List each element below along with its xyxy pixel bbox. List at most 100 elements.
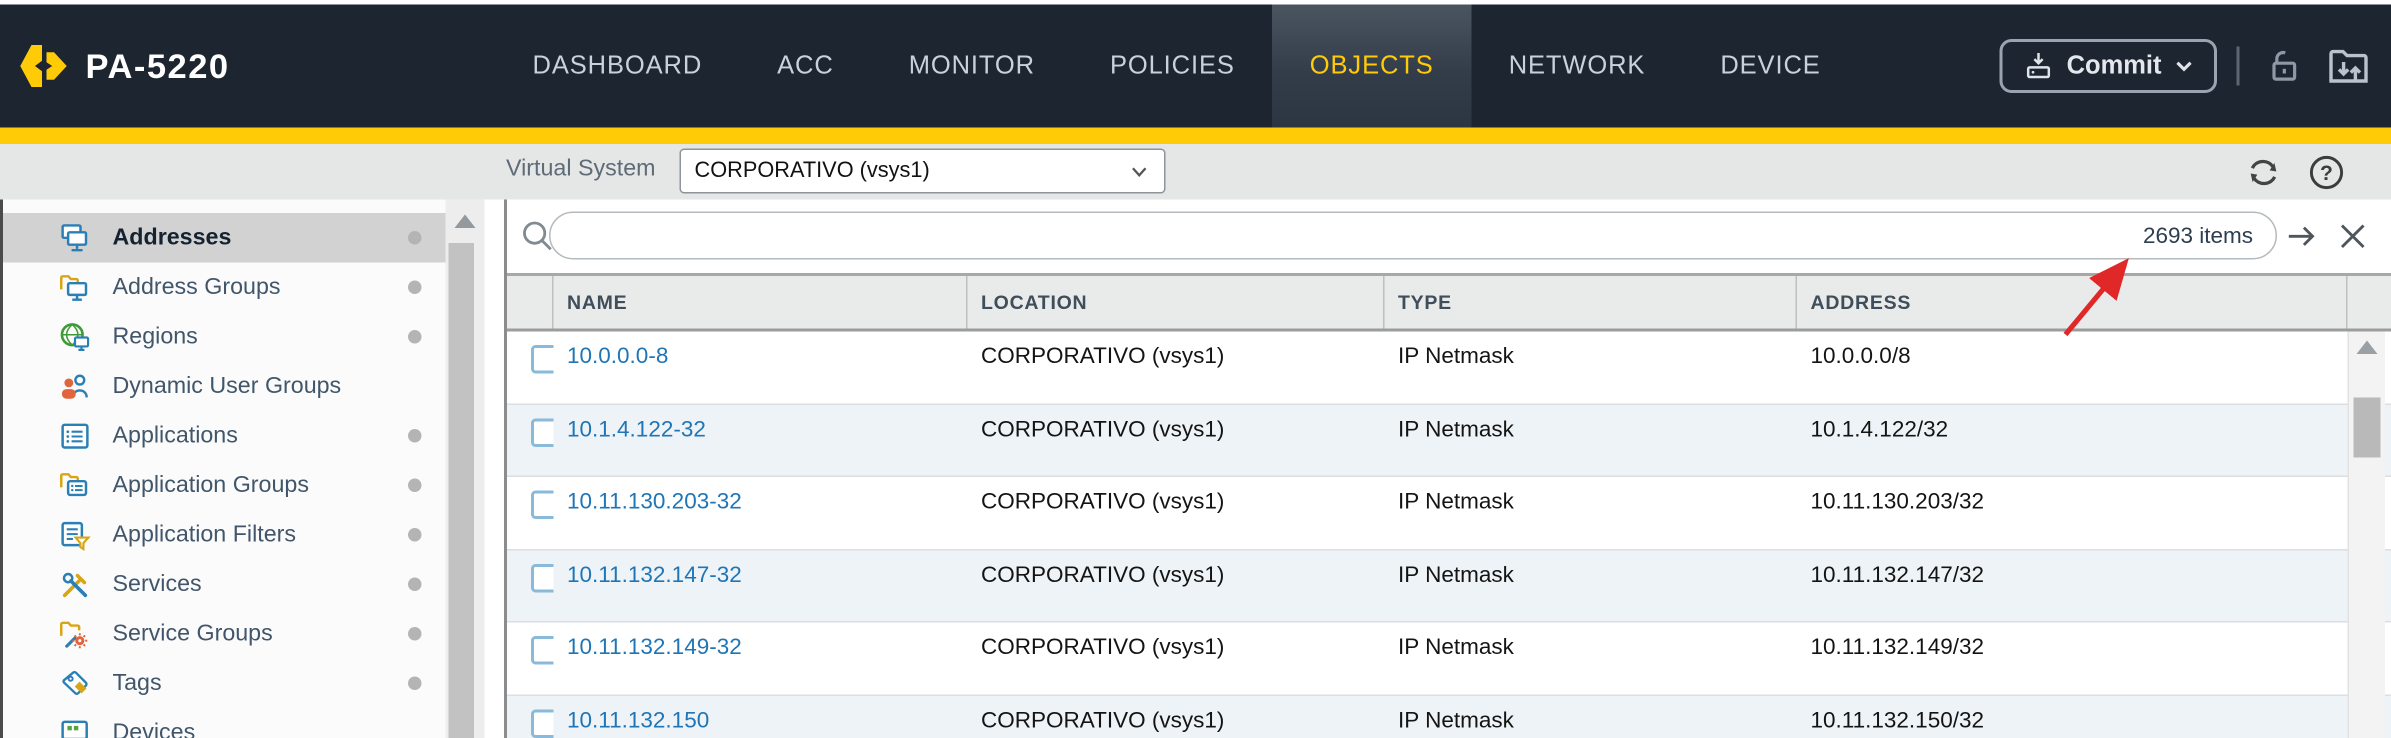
nav-tab[interactable]: DEVICE — [1683, 5, 1858, 128]
accent-bar — [0, 128, 2391, 145]
address-object-link[interactable]: 10.11.132.149-32 — [567, 635, 742, 661]
column-header-location[interactable]: LOCATION — [968, 276, 1385, 329]
virtual-system-label: Virtual System — [506, 156, 655, 183]
cell-address: 10.11.132.149/32 — [1797, 623, 2348, 694]
status-dot — [408, 528, 422, 542]
row-checkbox[interactable] — [531, 491, 554, 520]
application-filters-icon — [59, 518, 92, 551]
select-chevron-icon — [1128, 160, 1151, 183]
nav-tab[interactable]: NETWORK — [1471, 5, 1683, 128]
nav-tab[interactable]: POLICIES — [1072, 5, 1272, 128]
items-count-badge: 2693 items — [2143, 223, 2276, 249]
nav-tab[interactable]: MONITOR — [871, 5, 1072, 128]
chevron-down-icon — [2174, 56, 2195, 77]
config-sync-icon[interactable] — [2324, 42, 2375, 90]
service-groups-icon — [59, 617, 92, 650]
cell-type: IP Netmask — [1385, 623, 1798, 694]
sidebar: Addresses Address Groups Regions — [0, 200, 446, 738]
table-header-row: NAME LOCATION TYPE ADDRESS — [507, 273, 2391, 332]
nav-tab[interactable]: ACC — [740, 5, 872, 128]
cell-address: 10.0.0.0/8 — [1797, 332, 2348, 403]
nav-tab[interactable]: OBJECTS — [1272, 5, 1471, 128]
sidebar-item[interactable]: Services — [0, 560, 446, 610]
regions-icon — [59, 320, 92, 353]
nav-tab[interactable]: DASHBOARD — [495, 5, 740, 128]
cell-type: IP Netmask — [1385, 332, 1798, 403]
help-icon[interactable]: ? — [2307, 152, 2346, 191]
column-header-type[interactable]: TYPE — [1385, 276, 1798, 329]
apply-filter-arrow-icon[interactable] — [2285, 219, 2320, 254]
status-dot — [408, 231, 422, 245]
cell-address: 10.11.132.147/32 — [1797, 550, 2348, 621]
cell-address: 10.11.132.150/32 — [1797, 695, 2348, 738]
sidebar-item[interactable]: Addresses — [0, 213, 446, 263]
sidebar-item[interactable]: Devices — [0, 708, 446, 738]
address-object-link[interactable]: 10.11.132.150 — [567, 707, 709, 733]
applications-icon — [59, 419, 92, 452]
row-checkbox[interactable] — [531, 709, 554, 738]
sidebar-item[interactable]: Address Groups — [0, 263, 446, 313]
status-dot — [408, 677, 422, 691]
row-checkbox[interactable] — [531, 418, 554, 447]
toolbar-icons: ? — [2244, 144, 2391, 200]
scroll-up-arrow-icon[interactable] — [455, 215, 476, 229]
cell-location: CORPORATIVO (vsys1) — [968, 404, 1385, 475]
cell-type: IP Netmask — [1385, 404, 1798, 475]
select-all-column-header — [507, 276, 554, 329]
commit-button[interactable]: Commit — [1999, 39, 2217, 93]
address-object-link[interactable]: 10.11.132.147-32 — [567, 562, 742, 588]
cell-location: CORPORATIVO (vsys1) — [968, 477, 1385, 548]
address-object-link[interactable]: 10.0.0.0-8 — [567, 344, 668, 370]
status-dot — [408, 479, 422, 493]
device-name: PA-5220 — [86, 46, 230, 87]
sidebar-item[interactable]: Regions — [0, 312, 446, 362]
sidebar-item[interactable]: Applications — [0, 411, 446, 461]
sidebar-item[interactable]: Application Groups — [0, 461, 446, 511]
commit-icon — [2022, 50, 2055, 83]
sidebar-scrollbar-thumb[interactable] — [449, 243, 475, 738]
table-scrollbar-thumb[interactable] — [2354, 398, 2381, 458]
address-object-link[interactable]: 10.11.130.203-32 — [567, 489, 742, 515]
brand: PA-5220 — [0, 5, 467, 128]
cell-type: IP Netmask — [1385, 695, 1798, 738]
status-dot — [408, 627, 422, 641]
row-checkbox[interactable] — [531, 636, 554, 665]
header-actions: Commit — [1999, 5, 2374, 128]
sidebar-scrollbar[interactable] — [446, 200, 485, 738]
cell-location: CORPORATIVO (vsys1) — [968, 695, 1385, 738]
address-object-link[interactable]: 10.1.4.122-32 — [567, 416, 706, 442]
addresses-icon — [59, 221, 92, 254]
column-header-name[interactable]: NAME — [554, 276, 968, 329]
row-checkbox[interactable] — [531, 563, 554, 592]
table-row: 10.1.4.122-32 CORPORATIVO (vsys1) IP Net… — [507, 404, 2391, 477]
table-row: 10.11.132.147-32 CORPORATIVO (vsys1) IP … — [507, 550, 2391, 623]
refresh-icon[interactable] — [2244, 152, 2283, 191]
cell-location: CORPORATIVO (vsys1) — [968, 550, 1385, 621]
sidebar-item[interactable]: Application Filters — [0, 510, 446, 560]
status-dot — [408, 429, 422, 443]
cell-type: IP Netmask — [1385, 477, 1798, 548]
commit-label: Commit — [2067, 51, 2162, 81]
sidebar-item[interactable]: Tags — [0, 659, 446, 709]
table-row: 10.0.0.0-8 CORPORATIVO (vsys1) IP Netmas… — [507, 332, 2391, 405]
virtual-system-select[interactable]: CORPORATIVO (vsys1) — [680, 149, 1166, 194]
cell-type: IP Netmask — [1385, 550, 1798, 621]
clear-filter-close-icon[interactable] — [2336, 219, 2371, 254]
application-groups-icon — [59, 469, 92, 502]
table-scroll-up-arrow-icon[interactable] — [2357, 341, 2378, 355]
table-scrollbar[interactable] — [2348, 332, 2386, 738]
svg-text:?: ? — [2320, 161, 2333, 184]
search-input[interactable]: 2693 items — [549, 212, 2277, 260]
row-checkbox[interactable] — [531, 345, 554, 374]
dynamic-user-groups-icon — [59, 370, 92, 403]
tags-icon — [59, 667, 92, 700]
sidebar-item[interactable]: Service Groups — [0, 609, 446, 659]
cell-address: 10.1.4.122/32 — [1797, 404, 2348, 475]
table-body: 10.0.0.0-8 CORPORATIVO (vsys1) IP Netmas… — [507, 332, 2391, 738]
search-bar: 2693 items — [507, 200, 2391, 274]
cell-location: CORPORATIVO (vsys1) — [968, 623, 1385, 694]
column-header-address[interactable]: ADDRESS — [1797, 276, 2348, 329]
unlock-icon[interactable] — [2259, 44, 2304, 89]
sidebar-item[interactable]: Dynamic User Groups — [0, 362, 446, 412]
address-groups-icon — [59, 271, 92, 304]
